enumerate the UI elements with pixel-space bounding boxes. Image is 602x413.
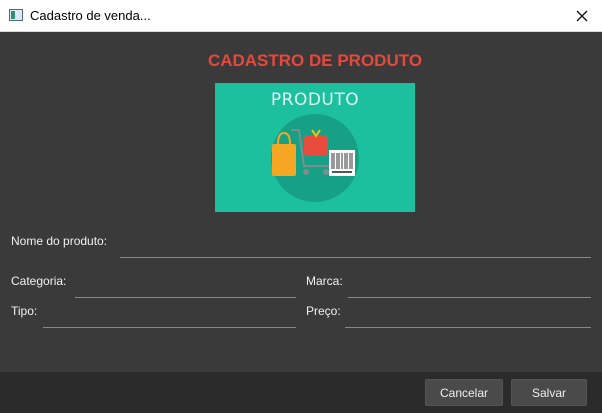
marca-input[interactable] (348, 278, 591, 298)
button-bar: Cancelar Salvar (0, 372, 602, 413)
nome-label: Nome do produto: (11, 234, 108, 248)
marca-label: Marca: (306, 274, 343, 288)
dialog-window: Cadastro de venda... CADASTRO DE PRODUTO (0, 0, 602, 413)
tipo-input[interactable] (43, 308, 296, 328)
app-icon (9, 9, 23, 21)
save-button[interactable]: Salvar (511, 379, 587, 406)
nome-produto-input[interactable] (120, 238, 591, 258)
title-bar: Cadastro de venda... (0, 0, 602, 32)
close-button[interactable] (562, 0, 602, 31)
preco-label: Preço: (306, 304, 341, 318)
tipo-label: Tipo: (11, 304, 38, 318)
banner-caption: PRODUTO (270, 90, 360, 110)
categoria-input[interactable] (75, 278, 296, 298)
form-heading: CADASTRO DE PRODUTO (207, 51, 423, 70)
close-icon (576, 10, 588, 21)
preco-input[interactable] (345, 308, 591, 328)
cancel-button[interactable]: Cancelar (425, 379, 503, 406)
product-banner-image: PRODUTO (215, 83, 415, 212)
window-title: Cadastro de venda... (30, 8, 151, 23)
categoria-label: Categoria: (11, 274, 67, 288)
